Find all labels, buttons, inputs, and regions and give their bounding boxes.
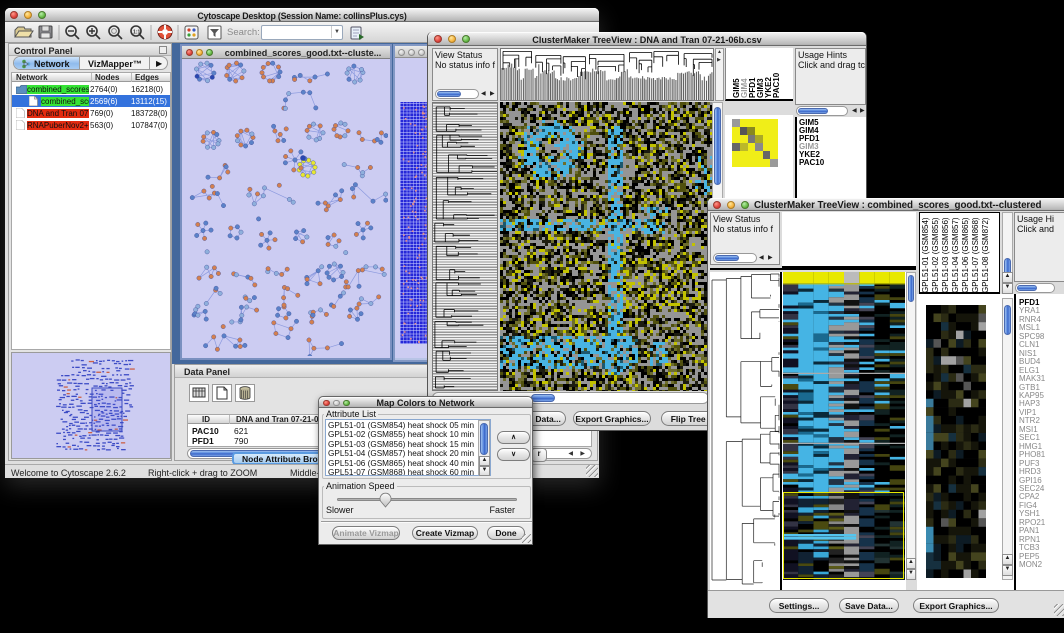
svg-text:1:1: 1:1 xyxy=(133,30,140,36)
